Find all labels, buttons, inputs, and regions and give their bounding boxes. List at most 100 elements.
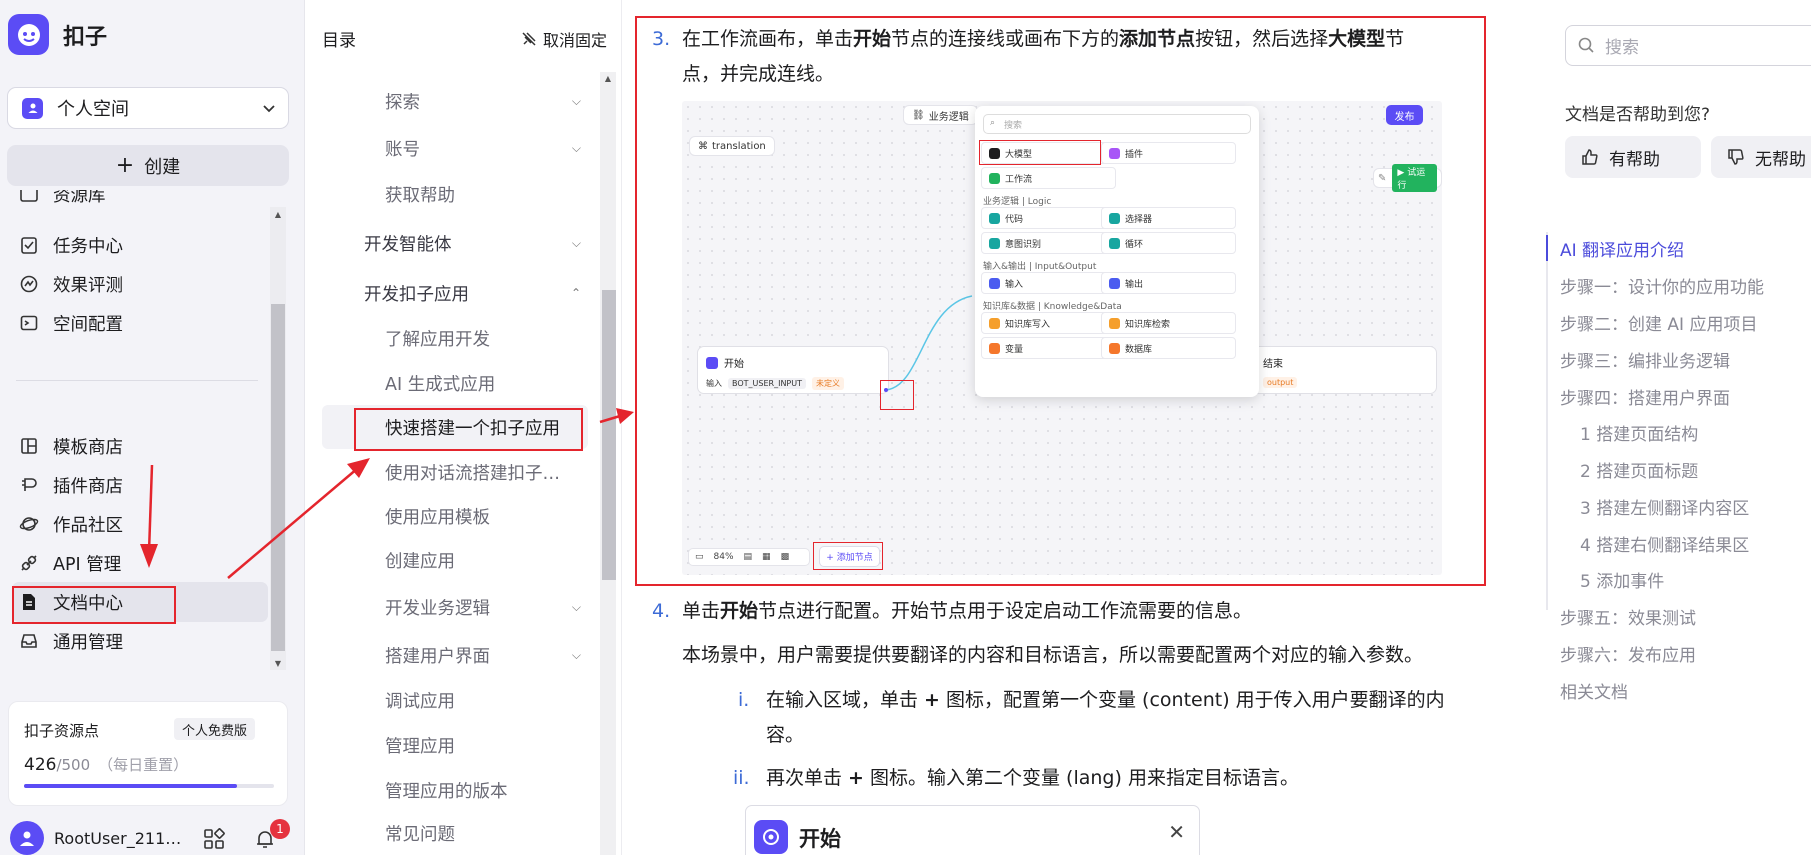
toc-item-step4-3[interactable]: 3 搭建左侧翻译内容区	[1580, 494, 1749, 519]
not-helpful-label: 无帮助	[1755, 149, 1806, 170]
tree-item-app-versions[interactable]: 管理应用的版本	[385, 768, 581, 812]
nav-scrollbar[interactable]: ▲ ▼	[270, 207, 286, 670]
tree-item-create-app[interactable]: 创建应用	[385, 538, 581, 582]
end-node: 结束 output	[1242, 346, 1437, 394]
grid-icon: ▩	[780, 552, 790, 562]
edit-icon: ✎	[1378, 172, 1387, 184]
evaluation-icon	[20, 275, 38, 293]
scroll-down-arrow-icon[interactable]: ▼	[270, 656, 286, 670]
create-label: 创建	[144, 156, 181, 178]
nav-item-task-center[interactable]: 任务中心	[12, 225, 267, 265]
scroll-up-arrow-icon[interactable]: ▲	[270, 207, 286, 221]
plan-badge[interactable]: 个人免费版	[174, 718, 256, 740]
pop-item-input: 输入	[981, 272, 1116, 294]
pop-item-label: 代码	[1005, 214, 1024, 225]
user-row: RootUser_2114… 1	[10, 819, 295, 855]
helpful-button[interactable]: 有帮助	[1565, 136, 1701, 178]
tree-item-faq[interactable]: 常见问题	[385, 811, 581, 855]
toc-item-step2[interactable]: 步骤二：创建 AI 应用项目	[1560, 310, 1757, 335]
nav-label: 效果评测	[53, 275, 123, 296]
grid-apps-icon[interactable]	[203, 828, 225, 850]
toc-item-step4-2[interactable]: 2 搭建页面标题	[1580, 457, 1698, 482]
scrollbar-thumb[interactable]	[602, 290, 616, 580]
tree-item-chatflow-app[interactable]: 使用对话流搭建扣子…	[385, 450, 581, 494]
toc-item-step6[interactable]: 步骤六：发布应用	[1560, 641, 1696, 666]
toc-item-step4-1[interactable]: 1 搭建页面结构	[1580, 420, 1698, 445]
tree-label: 使用对话流搭建扣子…	[385, 463, 560, 484]
chevron-down-icon: ⌵	[571, 140, 581, 155]
tree-label: 创建应用	[385, 551, 455, 572]
nav-item-resources[interactable]: 资源库	[12, 190, 267, 214]
nav-item-space-config[interactable]: 空间配置	[12, 303, 267, 343]
canvas-icon: ▭	[695, 552, 704, 562]
tree-item-develop-agent[interactable]: 开发智能体 ⌵	[364, 221, 581, 265]
substep-number: i.	[738, 689, 750, 711]
tree-item-business-logic[interactable]: 开发业务逻辑 ⌵	[385, 585, 581, 629]
chip-label: translation	[712, 140, 766, 152]
toc-item-intro[interactable]: AI 翻译应用介绍	[1560, 236, 1684, 261]
tree-item-develop-app[interactable]: 开发扣子应用 ⌃	[364, 271, 581, 315]
biz-logic-chip: ⛓ 业务逻辑	[903, 105, 978, 125]
pop-item-label: 输入	[1005, 279, 1024, 290]
step-bold: 添加节点	[1119, 28, 1196, 50]
start-node: 开始 输入 BOT_USER_INPUT 未定义	[697, 346, 889, 394]
tree-item-account[interactable]: 账号 ⌵	[385, 126, 581, 170]
substep-text: 在输入区域，单击	[766, 689, 925, 711]
chip-label: 业务逻辑	[928, 111, 969, 123]
chevron-down-icon: ⌵	[571, 93, 581, 108]
step-text: 点，并完成连线。	[682, 63, 835, 85]
tree-item-get-help[interactable]: 获取帮助	[385, 172, 581, 216]
publish-button: 发布	[1386, 105, 1423, 125]
pop-item-plugin: 插件	[1101, 142, 1236, 164]
node-var: BOT_USER_INPUT	[728, 378, 806, 389]
step-bold: 开始	[720, 600, 759, 622]
annotation-box-connector	[880, 380, 914, 410]
avatar[interactable]	[10, 821, 44, 855]
brand-name: 扣子	[63, 24, 108, 50]
toc-item-step5[interactable]: 步骤五：效果测试	[1560, 604, 1696, 629]
unpin-button[interactable]: 取消固定	[521, 26, 607, 51]
resource-used: 426	[24, 755, 57, 775]
tree-item-app-template[interactable]: 使用应用模板	[385, 494, 581, 538]
nav-divider	[16, 380, 258, 381]
start-icon	[754, 820, 788, 854]
zoom-bar: ▭ 84% ▤ ▦ ▩	[688, 548, 810, 566]
popup-search: ⌕ 搜索	[983, 114, 1251, 134]
space-selector[interactable]: 个人空间	[7, 87, 289, 129]
intent-icon	[989, 237, 1000, 249]
tree-label: 开发业务逻辑	[385, 598, 490, 619]
pop-category: 输入&输出 | Input&Output	[983, 262, 1097, 272]
notification-badge: 1	[270, 819, 290, 839]
right-panel: 搜索 文档是否帮助到您? 有帮助 无帮助 AI 翻译应用介绍 步骤一：设计你的应…	[1510, 0, 1811, 855]
left-sidebar: 扣子 个人空间 + 创建 资源库 任务中心 效果评测 空间配置 模板商店 插件商…	[0, 0, 305, 855]
toc-item-step4-5[interactable]: 5 添加事件	[1580, 567, 1664, 592]
tree-item-learn-app-dev[interactable]: 了解应用开发	[385, 316, 581, 360]
user-name[interactable]: RootUser_2114…	[54, 829, 184, 848]
toc-item-related[interactable]: 相关文档	[1560, 678, 1628, 703]
tree-item-manage-app[interactable]: 管理应用	[385, 723, 581, 767]
brand-logo-icon	[8, 14, 49, 55]
tree-scrollbar[interactable]: ▲	[600, 72, 616, 855]
scroll-up-arrow-icon[interactable]: ▲	[600, 74, 616, 88]
not-helpful-button[interactable]: 无帮助	[1711, 136, 1811, 178]
chevron-down-icon: ⌵	[571, 599, 581, 614]
tree-label: 账号	[385, 139, 420, 160]
search-input[interactable]: 搜索	[1565, 25, 1811, 66]
tree-item-explore[interactable]: 探索 ⌵	[385, 79, 581, 123]
tree-label: 管理应用的版本	[385, 781, 508, 802]
plus-icon: +	[115, 152, 135, 178]
step-4-text: 4. 单击开始节点进行配置。开始节点用于设定启动工作流需要的信息。	[652, 594, 1502, 629]
substep-bold: +	[924, 689, 940, 711]
tree-item-debug-app[interactable]: 调试应用	[385, 678, 581, 722]
toc-item-step4[interactable]: 步骤四：搭建用户界面	[1560, 384, 1730, 409]
toc-item-step4-4[interactable]: 4 搭建右侧翻译结果区	[1580, 531, 1749, 556]
toc-item-step1[interactable]: 步骤一：设计你的应用功能	[1560, 273, 1764, 298]
toc-item-step3[interactable]: 步骤三：编排业务逻辑	[1560, 347, 1730, 372]
tree-item-build-ui[interactable]: 搭建用户界面 ⌵	[385, 633, 581, 677]
node-label: 结束	[1263, 359, 1283, 370]
create-button[interactable]: + 创建	[7, 145, 289, 186]
tree-item-ai-generative-app[interactable]: AI 生成式应用	[385, 361, 581, 405]
brand[interactable]: 扣子	[8, 14, 107, 55]
nav-item-general-management[interactable]: 通用管理	[12, 621, 267, 661]
nav-item-evaluation[interactable]: 效果评测	[12, 264, 267, 304]
